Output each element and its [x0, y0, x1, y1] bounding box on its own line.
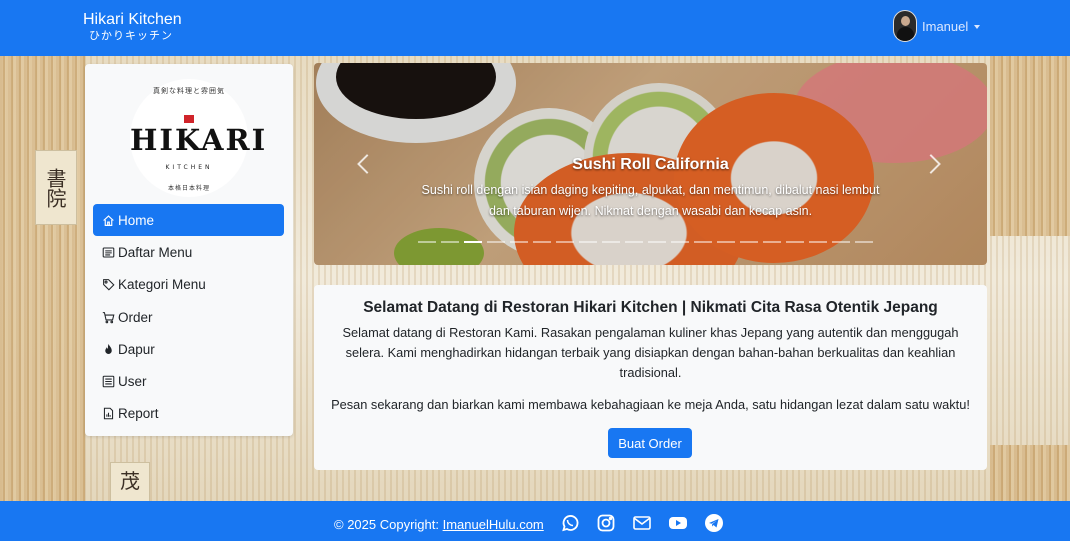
carousel-prev-button[interactable] [354, 151, 374, 177]
carousel-indicator[interactable] [809, 241, 827, 243]
telegram-icon[interactable] [704, 513, 724, 533]
logo-top-text: 真剣な料理と雰囲気 [153, 87, 225, 95]
carousel-indicator[interactable] [855, 241, 873, 243]
welcome-cta-text: Pesan sekarang dan biarkan kami membawa … [331, 397, 970, 412]
brand-title: Hikari Kitchen [83, 11, 182, 28]
calligraphy-scroll: 書院 [35, 150, 77, 225]
email-icon[interactable] [632, 513, 652, 533]
tag-icon [101, 278, 115, 292]
user-menu-dropdown[interactable]: Imanuel [893, 10, 981, 42]
youtube-icon[interactable] [668, 513, 688, 533]
calligraphy-scroll-small: 茂庐 [110, 462, 150, 529]
sidebar-item-label: Order [118, 309, 153, 325]
bamboo-decoration-right-bottom [990, 445, 1070, 501]
carousel-indicator[interactable] [464, 241, 482, 243]
carousel-next-button[interactable] [926, 151, 946, 177]
instagram-icon[interactable] [596, 513, 616, 533]
menu-list-icon [101, 245, 115, 259]
brand[interactable]: Hikari Kitchen ひかりキッチン [83, 11, 182, 43]
avatar [893, 10, 917, 42]
logo-mark-icon [184, 115, 194, 123]
sidebar-item-dapur[interactable]: Dapur [93, 333, 284, 365]
carousel-caption: Sushi Roll California Sushi roll dengan … [414, 155, 887, 222]
food-carousel: Sushi Roll California Sushi roll dengan … [314, 63, 987, 265]
carousel-indicator[interactable] [441, 241, 459, 243]
carousel-indicator[interactable] [694, 241, 712, 243]
carousel-indicator[interactable] [533, 241, 551, 243]
carousel-indicator[interactable] [763, 241, 781, 243]
carousel-indicator[interactable] [487, 241, 505, 243]
carousel-indicator[interactable] [602, 241, 620, 243]
footer: © 2025 Copyright: ImanuelHulu.com [0, 501, 1070, 541]
social-links [560, 513, 724, 533]
carousel-description: Sushi roll dengan isian daging kepiting,… [421, 183, 880, 218]
welcome-card: Selamat Datang di Restoran Hikari Kitche… [314, 285, 987, 470]
sidebar-nav: Home Daftar Menu Kategori Menu Order Dap… [93, 204, 284, 430]
create-order-button[interactable]: Buat Order [608, 428, 692, 458]
hikari-logo: 真剣な料理と雰囲気 HIKARI KITCHEN 本格日本料理 [130, 79, 268, 197]
logo-bottom-text: 本格日本料理 [167, 185, 210, 192]
carousel-title: Sushi Roll California [572, 156, 729, 173]
carousel-indicator[interactable] [786, 241, 804, 243]
user-list-icon [101, 375, 115, 389]
sidebar-item-label: Home [118, 212, 155, 228]
copyright-text: © 2025 Copyright: [334, 517, 443, 532]
carousel-indicator[interactable] [625, 241, 643, 243]
bamboo-decoration-left [0, 56, 85, 501]
carousel-indicator[interactable] [579, 241, 597, 243]
caret-down-icon [974, 25, 981, 29]
sidebar-item-label: Report [118, 406, 159, 422]
bamboo-decoration-right [990, 56, 1070, 236]
carousel-indicator[interactable] [418, 241, 436, 243]
footer-copyright: © 2025 Copyright: ImanuelHulu.com [334, 517, 544, 532]
carousel-indicator[interactable] [740, 241, 758, 243]
report-icon [101, 407, 115, 421]
welcome-paragraph: Selamat datang di Restoran Kami. Rasakan… [342, 325, 959, 380]
sidebar-item-report[interactable]: Report [93, 398, 284, 430]
user-name: Imanuel [922, 18, 969, 34]
carousel-indicator[interactable] [648, 241, 666, 243]
logo-subtext: KITCHEN [165, 164, 213, 171]
footer-site-link[interactable]: ImanuelHulu.com [443, 517, 544, 532]
welcome-title: Selamat Datang di Restoran Hikari Kitche… [363, 299, 938, 316]
carousel-indicators [418, 241, 873, 243]
carousel-indicator[interactable] [556, 241, 574, 243]
sidebar-item-label: Dapur [118, 341, 155, 357]
sidebar-item-user[interactable]: User [93, 365, 284, 397]
whatsapp-icon[interactable] [560, 513, 580, 533]
sidebar-item-kategori-menu[interactable]: Kategori Menu [93, 269, 284, 301]
carousel-indicator[interactable] [832, 241, 850, 243]
carousel-indicator[interactable] [510, 241, 528, 243]
logo-wordmark: HIKARI [130, 123, 268, 157]
sidebar-item-label: User [118, 374, 147, 390]
brand-subtitle: ひかりキッチン [89, 29, 173, 42]
sidebar-item-daftar-menu[interactable]: Daftar Menu [93, 236, 284, 268]
top-navbar: Hikari Kitchen ひかりキッチン Imanuel [0, 0, 1070, 56]
sidebar-item-label: Daftar Menu [118, 244, 193, 260]
carousel-indicator[interactable] [671, 241, 689, 243]
cart-icon [101, 310, 115, 324]
sidebar-item-order[interactable]: Order [93, 301, 284, 333]
carousel-indicator[interactable] [717, 241, 735, 243]
house-icon [101, 213, 115, 227]
sidebar-item-label: Kategori Menu [118, 277, 206, 293]
fire-icon [101, 342, 115, 356]
sidebar-item-home[interactable]: Home [93, 204, 284, 237]
sidebar: 真剣な料理と雰囲気 HIKARI KITCHEN 本格日本料理 Home Daf… [85, 64, 293, 436]
